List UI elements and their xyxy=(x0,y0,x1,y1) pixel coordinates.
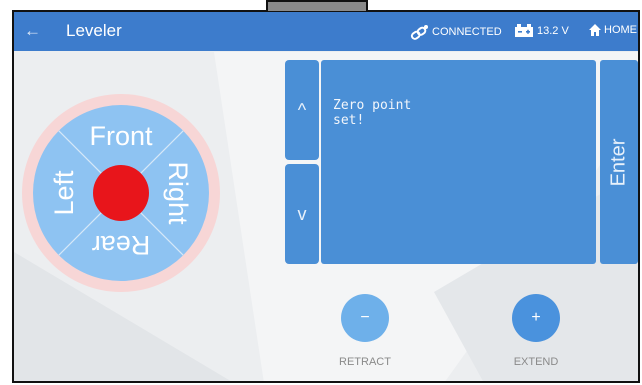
window-top-tab xyxy=(266,0,368,11)
message-display: Zero point set! xyxy=(321,60,596,264)
battery-icon xyxy=(515,24,533,37)
dpad-left-label: Left xyxy=(49,170,79,216)
down-chevron-icon: v xyxy=(297,203,307,224)
back-icon[interactable]: ← xyxy=(24,21,41,41)
extend-label: EXTEND xyxy=(513,356,559,368)
dpad-right-label: Right xyxy=(163,161,193,225)
minus-icon: − xyxy=(360,309,370,326)
dpad-rear-label: Rear xyxy=(92,230,151,260)
home-icon xyxy=(589,24,601,36)
plus-icon: + xyxy=(531,309,541,326)
connection-label: CONNECTED xyxy=(432,26,502,38)
dpad-front-label: Front xyxy=(89,121,153,151)
app-bar: ← Leveler CONNECTED 13.2 V HOME xyxy=(14,12,638,51)
home-label: HOME xyxy=(604,24,637,36)
page-title: Leveler xyxy=(66,21,122,40)
voltage-label: 13.2 V xyxy=(537,25,569,37)
down-button[interactable]: v xyxy=(285,164,319,264)
direction-pad: Front Right Rear Left xyxy=(22,94,220,292)
connection-status: CONNECTED xyxy=(409,24,502,40)
up-button[interactable]: ^ xyxy=(285,60,319,160)
enter-label: Enter xyxy=(607,138,630,186)
enter-button[interactable]: Enter xyxy=(600,60,638,264)
extend-button[interactable]: + xyxy=(512,294,560,342)
center-level-dot[interactable] xyxy=(93,165,149,221)
app-frame: ← Leveler CONNECTED 13.2 V HOME Front Ri… xyxy=(12,10,640,383)
up-chevron-icon: ^ xyxy=(297,99,307,120)
link-icon xyxy=(410,25,428,40)
battery-status: 13.2 V xyxy=(514,24,569,38)
retract-button[interactable]: − xyxy=(341,294,389,342)
home-button[interactable]: HOME xyxy=(589,24,637,36)
retract-label: RETRACT xyxy=(339,356,391,368)
